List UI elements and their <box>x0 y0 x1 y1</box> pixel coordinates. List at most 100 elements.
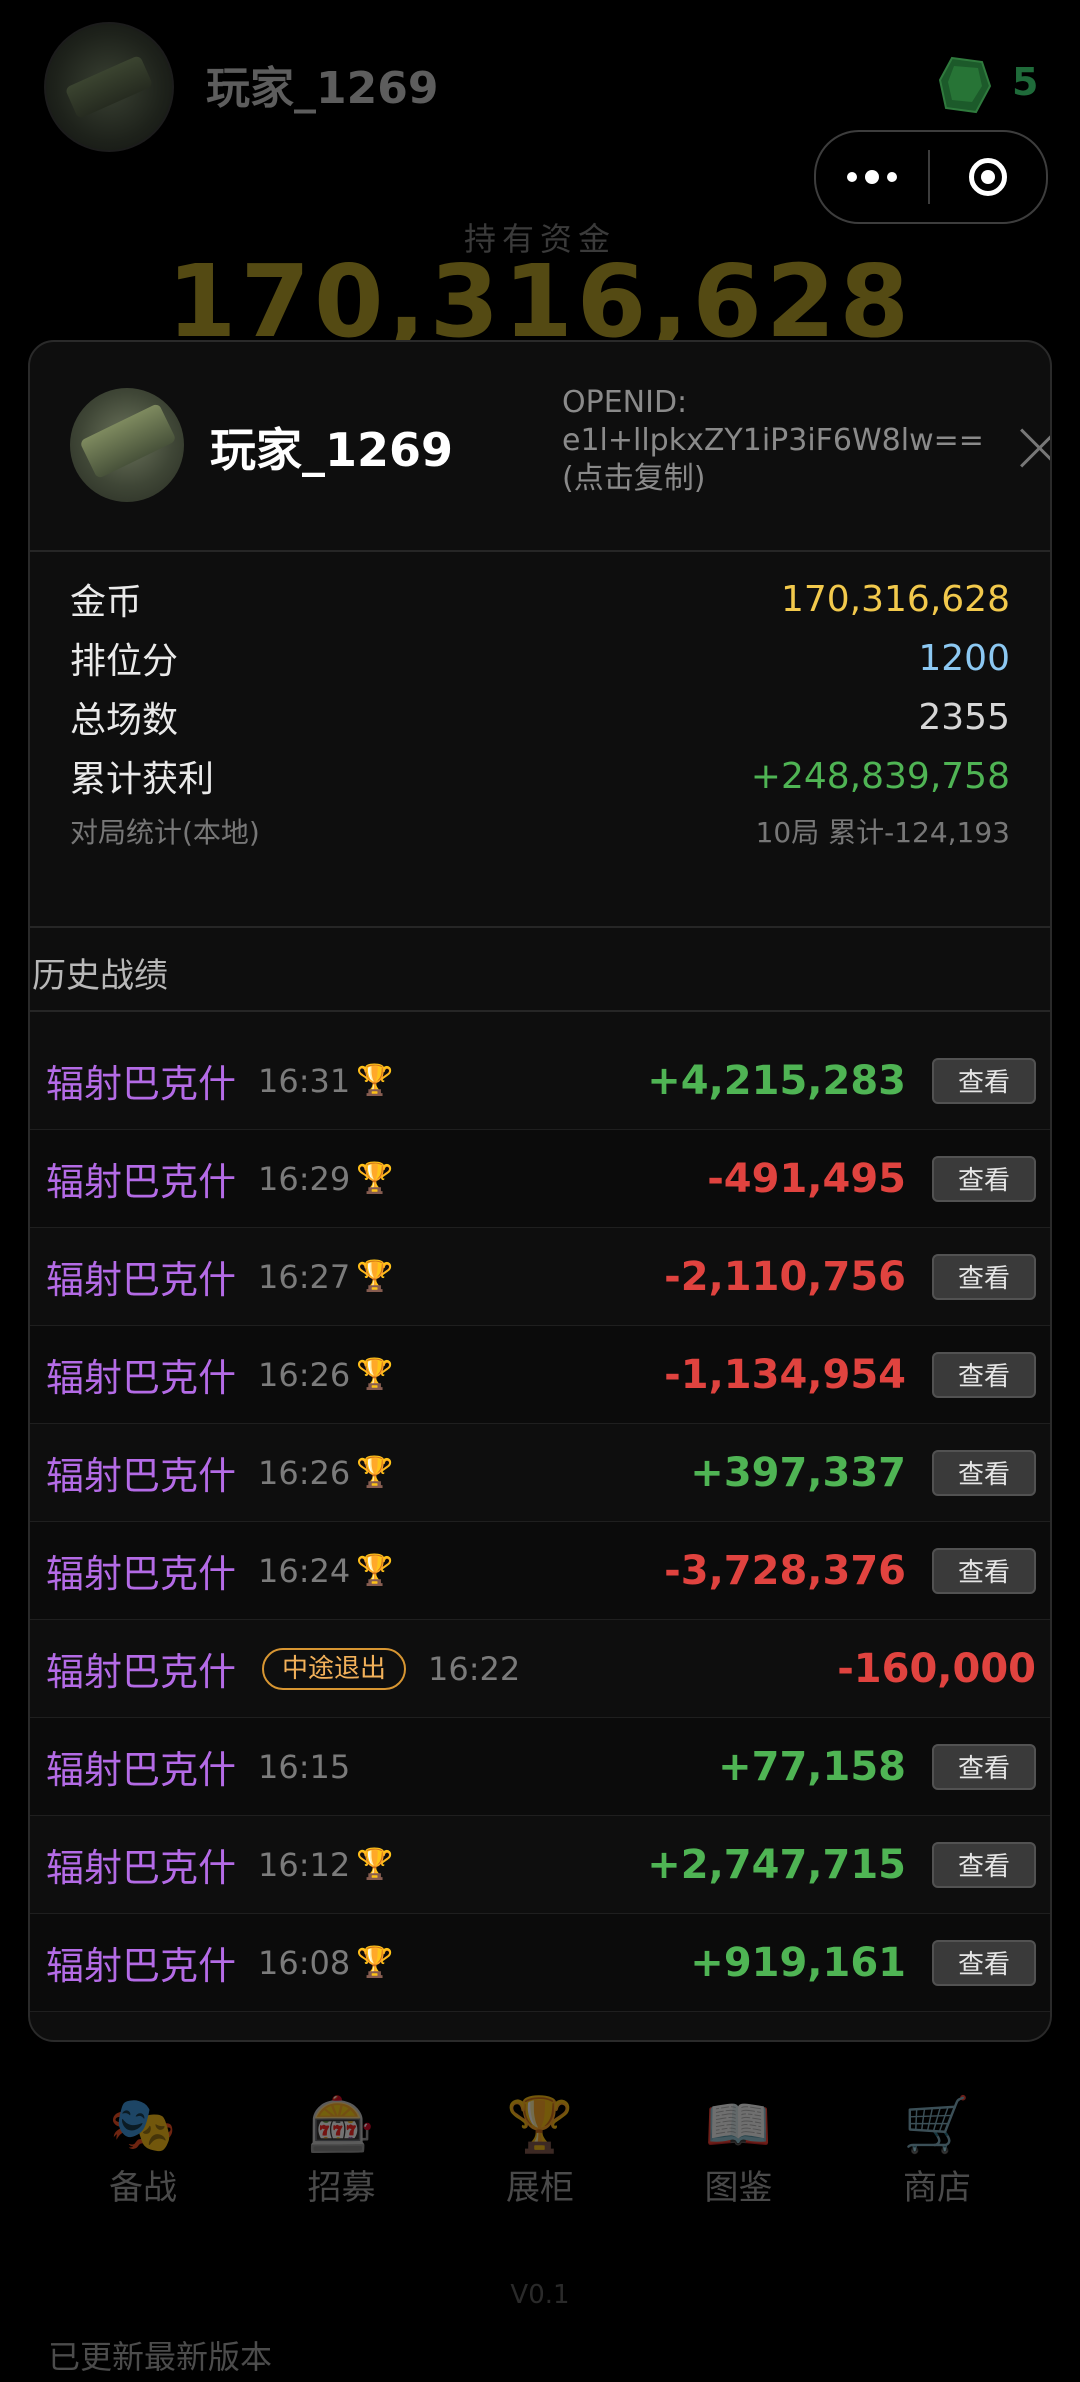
history-list: 辐射巴克什 16:31 🏆 +4,215,283 查看 辐射巴克什 16:29 🏆 -491,4… <box>30 1032 1050 2012</box>
stat-total-games: 总场数 2355 <box>70 688 1010 746</box>
game-time: 16:22 <box>428 1649 521 1688</box>
target-icon <box>969 158 1007 196</box>
modal-header: 玩家_1269 OPENID: e1l+llpkxZY1iP3iF6W8lw==… <box>30 342 1050 552</box>
game-time: 16:29 <box>258 1159 351 1198</box>
view-button[interactable]: 查看 <box>932 1939 1036 1986</box>
trophy-icon: 🏆 <box>356 1063 394 1098</box>
history-row: 辐射巴克什 16:12 🏆 +2,747,715 查看 <box>30 1816 1050 1914</box>
trophy-icon: 🏆 <box>356 1945 394 1980</box>
openid-copy[interactable]: OPENID: e1l+llpkxZY1iP3iF6W8lw== (点击复制) <box>562 384 1002 498</box>
profit-amount: +77,158 <box>718 1743 906 1790</box>
view-button[interactable]: 查看 <box>932 1155 1036 1202</box>
nav-label: 展柜 <box>506 2168 574 2208</box>
view-button[interactable]: 查看 <box>932 1449 1036 1496</box>
view-button[interactable]: 查看 <box>932 1547 1036 1594</box>
history-row: 辐射巴克什 16:29 🏆 -491,495 查看 <box>30 1130 1050 1228</box>
update-note: 已更新最新版本 <box>48 2338 273 2376</box>
view-button[interactable]: 查看 <box>932 1351 1036 1398</box>
view-button[interactable]: 查看 <box>932 1057 1036 1104</box>
more-menu-button[interactable] <box>816 132 928 222</box>
gem-count: 5 <box>1012 60 1039 104</box>
profit-amount: -160,000 <box>837 1645 1036 1692</box>
game-time: 16:12 <box>258 1845 351 1884</box>
close-miniprogram-button[interactable] <box>930 158 1046 196</box>
stat-value: 170,316,628 <box>780 578 1010 620</box>
stat-coins: 金币 170,316,628 <box>70 570 1010 628</box>
stat-label: 排位分 <box>70 641 179 682</box>
trophy-icon: 🏆 <box>356 1553 394 1588</box>
stat-label: 累计获利 <box>70 759 215 800</box>
game-mode: 辐射巴克什 <box>46 1062 237 1106</box>
stat-label: 对局统计(本地) <box>70 816 260 849</box>
dot-icon <box>887 172 897 182</box>
energy-bar-icon <box>64 54 154 120</box>
dot-icon <box>847 172 857 182</box>
stat-value: 2355 <box>918 696 1010 738</box>
funds-value: 170,316,628 <box>166 243 914 360</box>
view-button[interactable]: 查看 <box>932 1841 1036 1888</box>
history-row: 辐射巴克什 16:26 🏆 -1,134,954 查看 <box>30 1326 1050 1424</box>
player-name: 玩家_1269 <box>210 423 454 477</box>
miniprogram-capsule <box>814 130 1048 224</box>
profit-amount: -491,495 <box>707 1155 906 1202</box>
nav-item-slot-machine[interactable]: 🎰 招募 <box>243 2094 441 2209</box>
game-time: 16:15 <box>258 1747 351 1786</box>
nav-label: 商店 <box>903 2168 971 2208</box>
book-icon: 📖 <box>704 2093 773 2156</box>
stat-local: 对局统计(本地) 10局 累计-124,193 <box>70 802 1010 860</box>
view-button[interactable]: 查看 <box>932 1743 1036 1790</box>
dot-icon <box>865 170 879 184</box>
history-title: 历史战绩 <box>32 956 168 996</box>
player-name: 玩家_1269 <box>206 63 439 114</box>
stat-value: +248,839,758 <box>750 755 1010 797</box>
game-mode: 辐射巴克什 <box>46 1160 237 1204</box>
nav-item-trophy[interactable]: 🏆 展柜 <box>441 2094 639 2209</box>
game-mode: 辐射巴克什 <box>46 1748 237 1792</box>
profit-amount: -3,728,376 <box>664 1547 906 1594</box>
bottom-nav: 🎭 备战 🎰 招募 🏆 展柜 📖 图鉴 🛒 商店 <box>44 2094 1036 2209</box>
game-mode: 辐射巴克什 <box>46 1650 237 1694</box>
nav-label: 招募 <box>307 2168 376 2208</box>
masks-icon: 🎭 <box>109 2093 177 2156</box>
stat-label: 总场数 <box>70 700 179 741</box>
game-mode: 辐射巴克什 <box>46 1944 237 1988</box>
energy-bar-icon <box>79 402 177 480</box>
view-button[interactable]: 查看 <box>932 1253 1036 1300</box>
history-row: 辐射巴克什 中途退出 16:22 -160,000 <box>30 1620 1050 1718</box>
player-profile-modal: 玩家_1269 OPENID: e1l+llpkxZY1iP3iF6W8lw==… <box>28 340 1052 2042</box>
nav-item-cart[interactable]: 🛒 商店 <box>838 2094 1036 2209</box>
history-row: 辐射巴克什 16:15 +77,158 查看 <box>30 1718 1050 1816</box>
openid-value: e1l+llpkxZY1iP3iF6W8lw== <box>562 423 984 458</box>
trophy-icon: 🏆 <box>356 1161 394 1196</box>
cart-icon: 🛒 <box>903 2093 971 2156</box>
game-time: 16:27 <box>258 1257 351 1296</box>
stat-total-profit: 累计获利 +248,839,758 <box>70 747 1010 805</box>
history-row: 辐射巴克什 16:27 🏆 -2,110,756 查看 <box>30 1228 1050 1326</box>
game-time: 16:08 <box>258 1943 351 1982</box>
avatar[interactable] <box>44 22 174 152</box>
profit-amount: -2,110,756 <box>664 1253 906 1300</box>
profit-amount: +2,747,715 <box>647 1841 906 1888</box>
stat-value: 10局 累计-124,193 <box>755 816 1010 849</box>
game-mode: 辐射巴克什 <box>46 1454 237 1498</box>
game-mode: 辐射巴克什 <box>46 1258 237 1302</box>
game-time: 16:24 <box>258 1551 351 1590</box>
nav-item-masks[interactable]: 🎭 备战 <box>44 2094 242 2209</box>
game-mode: 辐射巴克什 <box>46 1356 237 1400</box>
slot-machine-icon: 🎰 <box>307 2093 376 2156</box>
copy-hint: (点击复制) <box>562 461 706 496</box>
game-mode: 辐射巴克什 <box>46 1552 237 1596</box>
openid-label: OPENID: <box>562 385 688 420</box>
stat-value: 1200 <box>918 637 1010 679</box>
profit-amount: +397,337 <box>690 1449 906 1496</box>
nav-item-book[interactable]: 📖 图鉴 <box>640 2094 838 2209</box>
game-time: 16:31 <box>258 1061 351 1100</box>
gem-icon <box>938 56 992 114</box>
trophy-icon: 🏆 <box>356 1259 394 1294</box>
history-row: 辐射巴克什 16:26 🏆 +397,337 查看 <box>30 1424 1050 1522</box>
history-header: 历史战绩 <box>30 926 1050 1012</box>
game-time: 16:26 <box>258 1355 351 1394</box>
close-icon[interactable] <box>1018 426 1050 470</box>
stat-rank-score: 排位分 1200 <box>70 629 1010 687</box>
game-time: 16:26 <box>258 1453 351 1492</box>
